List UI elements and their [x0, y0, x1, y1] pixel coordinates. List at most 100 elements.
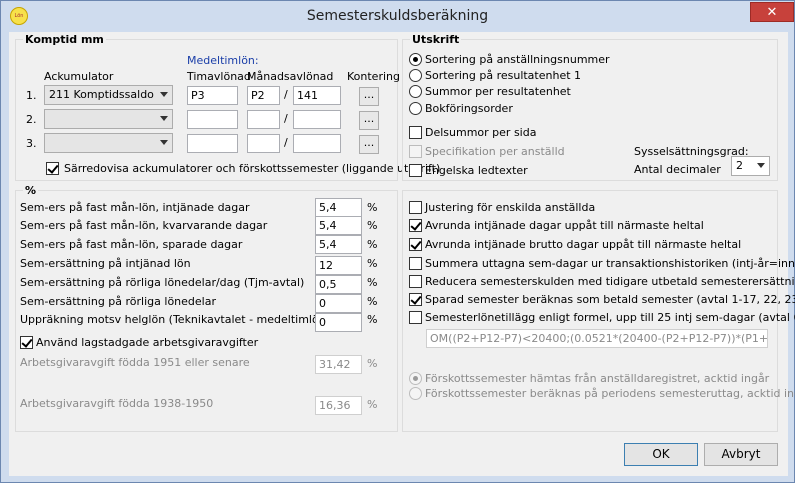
ackumulator-select-3[interactable] [44, 133, 173, 153]
percent-row-label: Sem-ers på fast mån-lön, kvarvarande dag… [20, 219, 268, 232]
percent-row-label: Sem-ersättning på rörliga lönedelar [20, 295, 216, 308]
percent-row-label: Sem-ers på fast mån-lön, sparade dagar [20, 238, 243, 251]
option-label: Avrunda intjänade dagar uppåt till närma… [425, 219, 704, 232]
kontering-button-2[interactable]: ... [359, 111, 379, 130]
lagstadgade-label: Använd lagstadgade arbetsgivaravgifter [36, 336, 259, 349]
radio-label: Förskottssemester beräknas på periodens … [425, 387, 795, 400]
ackumulator-select-2[interactable] [44, 109, 173, 129]
option-label: Avrunda intjänade brutto dagar uppåt til… [425, 238, 742, 251]
percent-unit: % [367, 313, 378, 326]
antal-decimaler-select[interactable]: 2 [731, 156, 770, 176]
percent-input-intjanad-lon[interactable]: 12 [315, 256, 362, 275]
percent-unit: % [367, 276, 378, 289]
kontering-button-3[interactable]: ... [359, 135, 379, 154]
row-number: 1. [26, 89, 37, 102]
reducera-checkbox[interactable] [409, 275, 422, 288]
percent-input-rorliga[interactable]: 0 [315, 294, 362, 313]
avrunda-intjanade-checkbox[interactable] [409, 219, 422, 232]
option-label: Semesterlönetillägg enligt formel, upp t… [425, 311, 795, 324]
avgift2-label: Arbetsgivaravgift födda 1938-1950 [20, 397, 214, 410]
radio-label: Sortering på anställningsnummer [425, 53, 610, 66]
radio-forskott-anstalldaregistret[interactable] [409, 372, 422, 385]
percent-unit: % [367, 398, 378, 411]
chevron-down-icon [160, 116, 168, 121]
chevron-down-icon [160, 140, 168, 145]
slash-separator: / [284, 136, 288, 149]
komptid-group-title: Komptid mm [23, 33, 106, 46]
avgift1-input[interactable]: 31,42 [315, 355, 362, 374]
dialog-window: Lön Semesterskuldsberäkning ✕ Komptid mm… [0, 0, 795, 483]
radio-summor-resultatenhet[interactable] [409, 85, 422, 98]
percent-input-sparade[interactable]: 5,4 [315, 235, 362, 254]
percent-unit: % [367, 219, 378, 232]
timavlonad-header: Timavlönad [187, 70, 251, 83]
engelska-checkbox[interactable] [409, 164, 422, 177]
percent-unit: % [367, 238, 378, 251]
radio-sortering-anstallningsnummer[interactable] [409, 53, 422, 66]
lagstadgade-checkbox[interactable] [20, 336, 33, 349]
percent-group-title: % [23, 184, 39, 197]
justering-checkbox[interactable] [409, 201, 422, 214]
formula-input[interactable]: OM((P2+P12-P7)<20400;(0.0521*(20400-(P2+… [426, 329, 768, 348]
ackumulator-header: Ackumulator [44, 70, 114, 83]
window-title: Semesterskuldsberäkning [306, 8, 489, 24]
percent-input-kvarvarande[interactable]: 5,4 [315, 216, 362, 235]
timavlonad-input-3[interactable] [187, 134, 238, 153]
avgift1-label: Arbetsgivaravgift födda 1951 eller senar… [20, 356, 250, 369]
manad-input-1b[interactable]: 141 [293, 86, 341, 105]
cancel-button[interactable]: Avbryt [704, 443, 778, 466]
percent-unit: % [367, 357, 378, 370]
specifikation-checkbox[interactable] [409, 145, 422, 158]
sarredovisa-label: Särredovisa ackumulatorer och förskottss… [64, 162, 441, 175]
kontering-header: Kontering [347, 70, 400, 83]
radio-forskott-semesteruttag[interactable] [409, 387, 422, 400]
radio-sortering-resultatenhet[interactable] [409, 69, 422, 82]
manad-input-2b[interactable] [293, 110, 341, 129]
close-button[interactable]: ✕ [750, 2, 794, 22]
dialog-content: Komptid mm Ackumulator Medeltimlön: Tima… [9, 32, 795, 476]
semesterlonetillagg-checkbox[interactable] [409, 311, 422, 324]
ackumulator-select-1[interactable]: 211 Komptidssaldo [44, 85, 173, 105]
radio-label: Bokföringsorder [425, 102, 513, 115]
percent-row-label: Sem-ersättning på intjänad lön [20, 257, 191, 270]
row-number: 3. [26, 137, 37, 150]
manad-input-2a[interactable] [247, 110, 280, 129]
radio-label: Sortering på resultatenhet 1 [425, 69, 582, 82]
percent-input-intjanade[interactable]: 5,4 [315, 198, 362, 217]
engelska-label: Engelska ledtexter [425, 164, 528, 177]
kontering-button-1[interactable]: ... [359, 87, 379, 106]
manad-input-3b[interactable] [293, 134, 341, 153]
manad-input-3a[interactable] [247, 134, 280, 153]
avgift2-input[interactable]: 16,36 [315, 396, 362, 415]
summera-uttagna-checkbox[interactable] [409, 257, 422, 270]
sparad-semester-checkbox[interactable] [409, 293, 422, 306]
antal-decimaler-label: Antal decimaler [634, 163, 721, 176]
sarredovisa-checkbox[interactable] [46, 162, 59, 175]
radio-bokforingsorder[interactable] [409, 102, 422, 115]
row-number: 2. [26, 113, 37, 126]
avrunda-brutto-checkbox[interactable] [409, 238, 422, 251]
option-label: Summera uttagna sem-dagar ur transaktion… [425, 257, 795, 270]
slash-separator: / [284, 112, 288, 125]
timavlonad-input-1[interactable]: P3 [187, 86, 238, 105]
chevron-down-icon [160, 92, 168, 97]
percent-unit: % [367, 295, 378, 308]
manad-input-1a[interactable]: P2 [247, 86, 280, 105]
chevron-down-icon [757, 163, 765, 168]
percent-input-rorliga-dag[interactable]: 0,5 [315, 275, 362, 294]
specifikation-label: Specifikation per anställd [425, 145, 565, 158]
title-bar: Lön Semesterskuldsberäkning ✕ [1, 1, 794, 33]
delsummor-checkbox[interactable] [409, 126, 422, 139]
ok-button[interactable]: OK [624, 443, 698, 466]
percent-input-upprakning[interactable]: 0 [315, 313, 362, 332]
manadsavlonad-header: Månadsavlönad [247, 70, 334, 83]
radio-label: Summor per resultatenhet [425, 85, 571, 98]
radio-label: Förskottssemester hämtas från anställdar… [425, 372, 770, 385]
option-label: Sparad semester beräknas som betald seme… [425, 293, 795, 306]
option-label: Justering för enskilda anställda [425, 201, 596, 214]
delsummor-label: Delsummor per sida [425, 126, 537, 139]
option-label: Reducera semesterskulden med tidigare ut… [425, 275, 795, 288]
percent-unit: % [367, 201, 378, 214]
percent-row-label: Sem-ers på fast mån-lön, intjänade dagar [20, 201, 250, 214]
timavlonad-input-2[interactable] [187, 110, 238, 129]
